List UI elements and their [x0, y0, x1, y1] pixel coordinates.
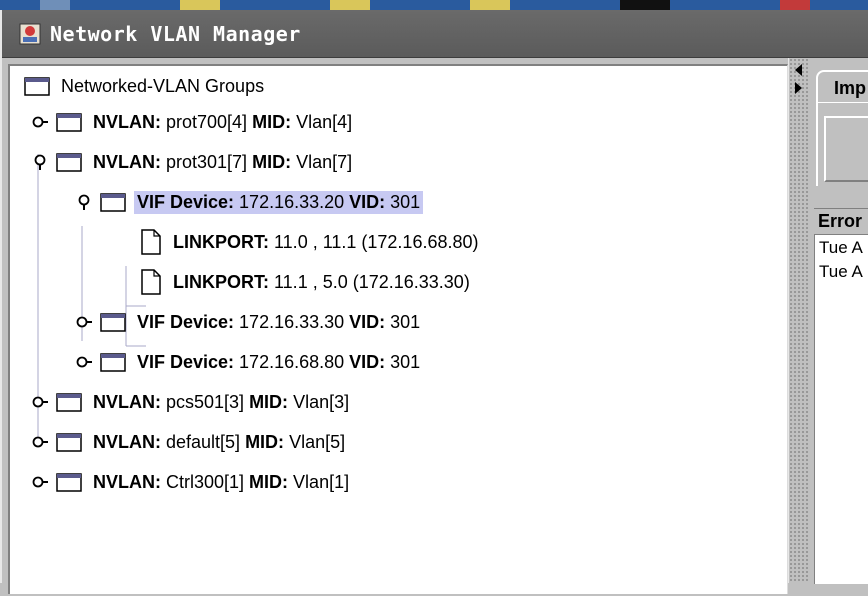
tree-node-label: VIF Device: 172.16.68.80 VID: 301: [134, 351, 423, 374]
collapsed-handle-icon[interactable]: [32, 474, 48, 490]
collapsed-handle-icon[interactable]: [32, 434, 48, 450]
node-key-label: VID:: [349, 191, 386, 212]
tab-import[interactable]: Imp: [816, 70, 868, 102]
folder-icon: [56, 113, 82, 132]
collapsed-handle-icon[interactable]: [32, 114, 48, 130]
tree-node-vif[interactable]: VIF Device: 172.16.68.80 VID: 301: [76, 346, 423, 378]
tree-node-nvlan[interactable]: NVLAN: prot700[4] MID: Vlan[4]: [32, 106, 355, 138]
folder-icon: [56, 153, 82, 172]
node-value: Vlan[1]: [288, 471, 350, 492]
node-key-label: VIF Device:: [137, 351, 235, 372]
node-key-label: NVLAN:: [93, 431, 161, 452]
folder-icon: [100, 313, 126, 332]
node-key-label: NVLAN:: [93, 471, 161, 492]
window-title: Network VLAN Manager: [50, 21, 301, 46]
tree-root-label: Networked-VLAN Groups: [61, 75, 265, 96]
error-log-row[interactable]: Tue A: [815, 259, 868, 283]
folder-icon: [100, 193, 126, 212]
tree-node-label: LINKPORT: 11.1 , 5.0 (172.16.33.30): [170, 271, 473, 294]
tree-node-label: NVLAN: prot301[7] MID: Vlan[7]: [90, 151, 355, 174]
node-key-label: NVLAN:: [93, 111, 161, 132]
node-value: Vlan[4]: [291, 111, 353, 132]
desktop-background: [0, 0, 868, 10]
tab-action-button[interactable]: [824, 116, 868, 182]
node-value: Vlan[7]: [291, 151, 353, 172]
tree-node-label: NVLAN: Ctrl300[1] MID: Vlan[1]: [90, 471, 352, 494]
folder-icon: [100, 353, 126, 372]
error-column-header: Error: [814, 208, 868, 234]
network-vlan-manager-window: Network VLAN Manager Networked-VLAN Grou…: [0, 10, 868, 594]
folder-icon: [56, 473, 82, 492]
node-value: pcs501[3]: [161, 391, 250, 412]
node-key-label: LINKPORT:: [173, 231, 269, 252]
expanded-handle-icon[interactable]: [76, 194, 92, 210]
folder-icon: [56, 393, 82, 412]
node-key-label: MID:: [252, 111, 292, 132]
error-log-list[interactable]: Tue A Tue A: [814, 234, 868, 584]
folder-icon: [56, 433, 82, 452]
app-icon: [19, 23, 41, 44]
node-value: 11.1 , 5.0 (172.16.33.30): [269, 271, 470, 292]
tree-root[interactable]: Networked-VLAN Groups: [24, 70, 267, 102]
node-value: Ctrl300[1]: [161, 471, 250, 492]
tree-node-label: VIF Device: 172.16.33.30 VID: 301: [134, 311, 423, 334]
node-value: 11.0 , 11.1 (172.16.68.80): [269, 231, 479, 252]
node-key-label: MID:: [249, 471, 289, 492]
right-panel: Imp Error Tue A Tue A: [810, 58, 868, 584]
tree-node-nvlan[interactable]: NVLAN: default[5] MID: Vlan[5]: [32, 426, 348, 458]
title-bar[interactable]: Network VLAN Manager: [2, 10, 868, 58]
split-pane-divider[interactable]: [788, 58, 810, 583]
expanded-handle-icon[interactable]: [32, 154, 48, 170]
node-key-label: NVLAN:: [93, 151, 161, 172]
tree-node-nvlan[interactable]: NVLAN: pcs501[3] MID: Vlan[3]: [32, 386, 352, 418]
tree-node-vif[interactable]: VIF Device: 172.16.33.20 VID: 301: [76, 186, 424, 218]
collapsed-handle-icon[interactable]: [32, 394, 48, 410]
node-value: 301: [385, 191, 421, 212]
collapse-arrows-icon[interactable]: [791, 62, 805, 98]
tree-node-linkport[interactable]: LINKPORT: 11.0 , 11.1 (172.16.68.80): [140, 226, 482, 258]
node-value: default[5]: [161, 431, 246, 452]
node-value: Vlan[3]: [288, 391, 350, 412]
tree-node-label: VIF Device: 172.16.33.20 VID: 301: [134, 190, 424, 214]
tree-node-label: NVLAN: prot700[4] MID: Vlan[4]: [90, 111, 355, 134]
node-value: 172.16.33.20: [234, 191, 350, 212]
node-key-label: VIF Device:: [137, 311, 235, 332]
node-value: 172.16.33.30: [234, 311, 350, 332]
folder-icon: [24, 77, 50, 96]
document-icon: [141, 229, 161, 255]
node-value: 301: [385, 311, 421, 332]
tree-node-label: LINKPORT: 11.0 , 11.1 (172.16.68.80): [170, 231, 482, 254]
tree-node-nvlan[interactable]: NVLAN: Ctrl300[1] MID: Vlan[1]: [32, 466, 352, 498]
node-key-label: LINKPORT:: [173, 271, 269, 292]
tree-node-label: NVLAN: pcs501[3] MID: Vlan[3]: [90, 391, 352, 414]
node-key-label: VID:: [349, 311, 386, 332]
node-key-label: MID:: [249, 391, 289, 412]
node-value: 301: [385, 351, 421, 372]
node-key-label: VID:: [349, 351, 386, 372]
node-value: Vlan[5]: [284, 431, 346, 452]
tree-node-label: NVLAN: default[5] MID: Vlan[5]: [90, 431, 348, 454]
node-value: prot301[7]: [161, 151, 253, 172]
node-key-label: VIF Device:: [137, 191, 235, 212]
tab-import-label: Imp: [834, 78, 867, 98]
error-log-row[interactable]: Tue A: [815, 235, 868, 259]
tree-node-vif[interactable]: VIF Device: 172.16.33.30 VID: 301: [76, 306, 423, 338]
tree-node-nvlan[interactable]: NVLAN: prot301[7] MID: Vlan[7]: [32, 146, 355, 178]
node-key-label: MID:: [245, 431, 285, 452]
node-value: prot700[4]: [161, 111, 253, 132]
collapsed-handle-icon[interactable]: [76, 354, 92, 370]
vlan-tree-panel[interactable]: Networked-VLAN Groups NVLAN: prot700[4] …: [8, 64, 788, 594]
node-key-label: MID:: [252, 151, 292, 172]
tree-node-linkport[interactable]: LINKPORT: 11.1 , 5.0 (172.16.33.30): [140, 266, 473, 298]
collapsed-handle-icon[interactable]: [76, 314, 92, 330]
node-key-label: NVLAN:: [93, 391, 161, 412]
node-value: 172.16.68.80: [234, 351, 350, 372]
main-content: Networked-VLAN Groups NVLAN: prot700[4] …: [2, 58, 868, 594]
document-icon: [141, 269, 161, 295]
